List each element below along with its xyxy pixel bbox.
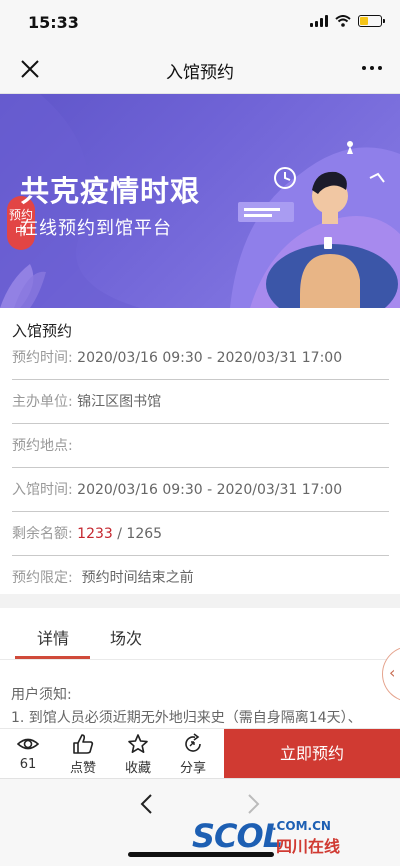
- home-indicator[interactable]: [128, 852, 274, 857]
- status-icons: [310, 15, 385, 27]
- nav-bar: 入馆预约: [0, 44, 400, 94]
- action-bar: 61 点赞 收藏 分享 立即预约: [0, 728, 400, 779]
- forward-arrow-icon[interactable]: [244, 793, 262, 815]
- battery-icon: [358, 15, 385, 27]
- info-row-remaining: 剩余名额: 1233 / 1265: [12, 512, 389, 556]
- info-row-organizer: 主办单位: 锦江区图书馆: [12, 380, 389, 424]
- page-title: 入馆预约: [166, 63, 234, 83]
- status-time: 15:33: [28, 13, 79, 32]
- star-icon: [128, 734, 148, 753]
- more-icon[interactable]: [362, 66, 382, 70]
- favorite-label: 收藏: [124, 761, 151, 776]
- eye-icon: [17, 738, 39, 750]
- tab-sessions[interactable]: 场次: [110, 625, 142, 649]
- share-button[interactable]: 分享: [168, 733, 218, 776]
- wifi-icon: [335, 15, 351, 27]
- browser-bottom-bar: SCOL .COM.CN 四川在线: [0, 778, 400, 866]
- signal-icon: [310, 15, 328, 27]
- section-divider: [0, 594, 400, 608]
- notice-line: 1. 到馆人员必须近期无外地归来史（需自身隔离14天）、: [11, 710, 362, 726]
- status-bar: 15:33: [0, 0, 400, 44]
- info-row-entry-time: 入馆时间: 2020/03/16 09:30 - 2020/03/31 17:0…: [12, 468, 389, 512]
- chevron-left-icon: ‹: [389, 663, 396, 682]
- tab-active-indicator: [15, 656, 90, 659]
- banner-title: 共克疫情时艰: [20, 174, 201, 208]
- reserve-now-button[interactable]: 立即预约: [224, 729, 400, 779]
- like-button[interactable]: 点赞: [58, 733, 108, 776]
- tab-details[interactable]: 详情: [37, 625, 69, 649]
- views-button[interactable]: 61: [3, 733, 53, 772]
- info-row-location: 预约地点:: [12, 424, 389, 468]
- share-icon: [185, 733, 201, 752]
- banner-subtitle: 在线预约到馆平台: [20, 218, 172, 239]
- favorite-button[interactable]: 收藏: [113, 733, 163, 776]
- remaining-count: 1233: [77, 526, 113, 542]
- back-arrow-icon[interactable]: [138, 793, 156, 815]
- share-label: 分享: [179, 761, 206, 776]
- promo-banner: 预约中 共克疫情时艰 在线预约到馆平台: [0, 94, 400, 308]
- like-label: 点赞: [69, 761, 96, 776]
- notice-title: 用户须知:: [11, 687, 72, 703]
- thumb-up-icon: [73, 734, 94, 754]
- info-row-reserve-time: 预约时间: 2020/03/16 09:30 - 2020/03/31 17:0…: [12, 336, 389, 380]
- tab-bar: 详情 场次: [0, 608, 400, 660]
- views-count: 61: [19, 757, 37, 772]
